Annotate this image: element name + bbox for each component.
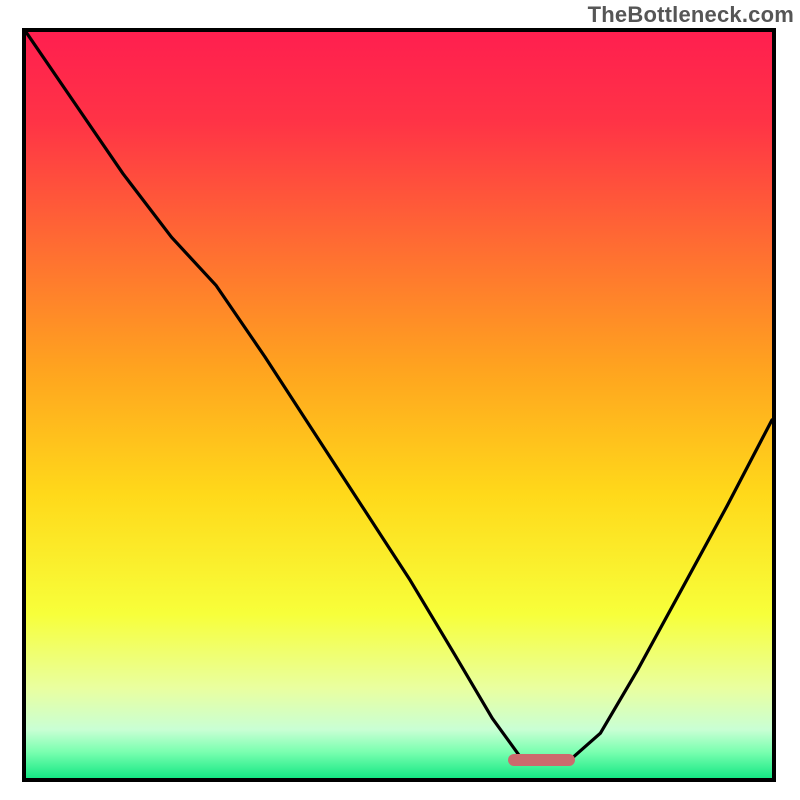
optimum-marker [508,754,575,766]
watermark-text: TheBottleneck.com [588,2,794,28]
plot-frame [22,28,776,782]
chart-container: { "watermark": "TheBottleneck.com", "col… [0,0,800,800]
bottleneck-curve [26,32,772,778]
